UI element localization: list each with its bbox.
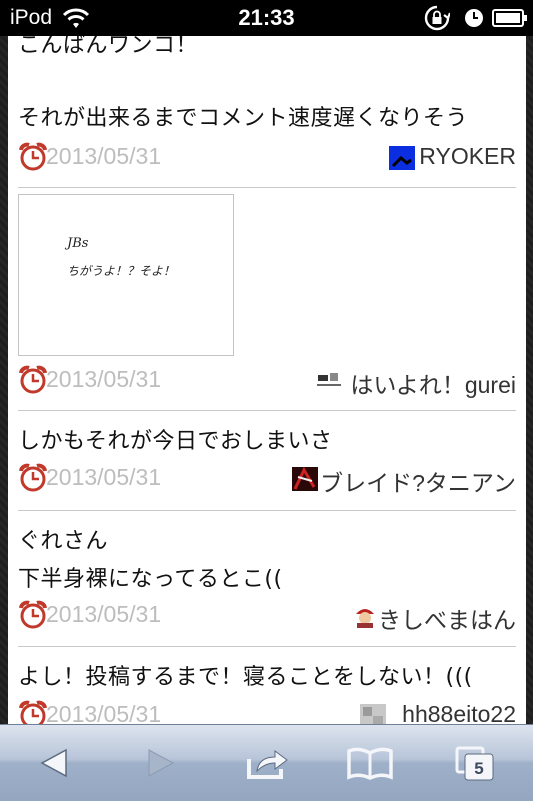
- page-content: こんばんワンコ！ それが出来るまでコメント速度遅くなりそう 2013/05/31…: [0, 36, 533, 724]
- comment-text: しかもそれが今日でおしまいさ: [18, 429, 333, 454]
- status-bar: iPod 21:33: [0, 0, 533, 36]
- comment-list: こんばんワンコ！ それが出来るまでコメント速度遅くなりそう 2013/05/31…: [8, 36, 526, 724]
- comment-author[interactable]: ブレイド?タニアン: [320, 464, 516, 498]
- comment-text: ぐれさん: [18, 529, 109, 554]
- avatar: [389, 146, 415, 170]
- alarm-clock-icon: [19, 142, 47, 171]
- divider: [18, 187, 516, 188]
- comment-author[interactable]: きしべまはん: [378, 601, 516, 635]
- tabs-icon[interactable]: 5: [452, 743, 502, 783]
- status-time: 21:33: [238, 5, 295, 30]
- comment-author[interactable]: はいよれ！gurei: [350, 366, 516, 400]
- avatar: [360, 704, 386, 724]
- comment-meta: 2013/05/31 RYOKER: [18, 142, 516, 174]
- avatar: [292, 467, 318, 491]
- comment-date: 2013/05/31: [46, 366, 162, 392]
- alarm-clock-icon: [19, 600, 47, 629]
- rotation-lock-icon: [424, 5, 450, 31]
- alarm-clock-icon: [19, 365, 47, 394]
- comment-meta: 2013/05/31 はいよれ！gurei: [18, 365, 516, 400]
- comment-text: こんばんワンコ！: [18, 36, 199, 58]
- battery-icon: [492, 9, 527, 27]
- tab-count: 5: [474, 759, 483, 778]
- alarm-clock-icon: [19, 700, 47, 724]
- divider: [18, 410, 516, 411]
- comment-author[interactable]: RYOKER: [419, 143, 516, 170]
- bookmarks-icon[interactable]: [345, 743, 395, 783]
- comment-meta: 2013/05/31 hh88eito22: [18, 700, 516, 724]
- svg-text:JBs: JBs: [64, 236, 89, 251]
- divider: [18, 510, 516, 511]
- comment-meta: 2013/05/31 ブレイド?タニアン: [18, 463, 516, 498]
- comment-date: 2013/05/31: [46, 601, 162, 627]
- comment-date: 2013/05/31: [46, 701, 162, 724]
- divider: [18, 646, 516, 647]
- comment-text: よし！投稿するまで！寝ることをしない！(((: [18, 665, 473, 690]
- comment-meta: 2013/05/31 きしべまはん: [18, 600, 516, 635]
- browser-toolbar: 5: [0, 724, 533, 801]
- comment-text: 下半身裸になってるとこ((: [18, 567, 283, 592]
- alarm-clock-icon: [19, 463, 47, 492]
- forward-icon[interactable]: [135, 743, 185, 783]
- comment-image[interactable]: JBs ちがうよ！？そよ！: [18, 194, 234, 356]
- comment-date: 2013/05/31: [46, 143, 162, 169]
- comment-date: 2013/05/31: [46, 464, 162, 490]
- comment-text: それが出来るまでコメント速度遅くなりそう: [18, 106, 469, 131]
- alarm-status-icon: [465, 9, 483, 27]
- handwritten-drawing: JBs ちがうよ！？そよ！: [64, 236, 175, 278]
- comment-author[interactable]: hh88eito22: [402, 701, 516, 724]
- avatar: [316, 369, 342, 393]
- share-icon[interactable]: [243, 743, 293, 783]
- svg-text:ちがうよ！？そよ！: ちがうよ！？そよ！: [67, 264, 175, 278]
- avatar: [352, 604, 378, 628]
- back-icon[interactable]: [30, 743, 80, 783]
